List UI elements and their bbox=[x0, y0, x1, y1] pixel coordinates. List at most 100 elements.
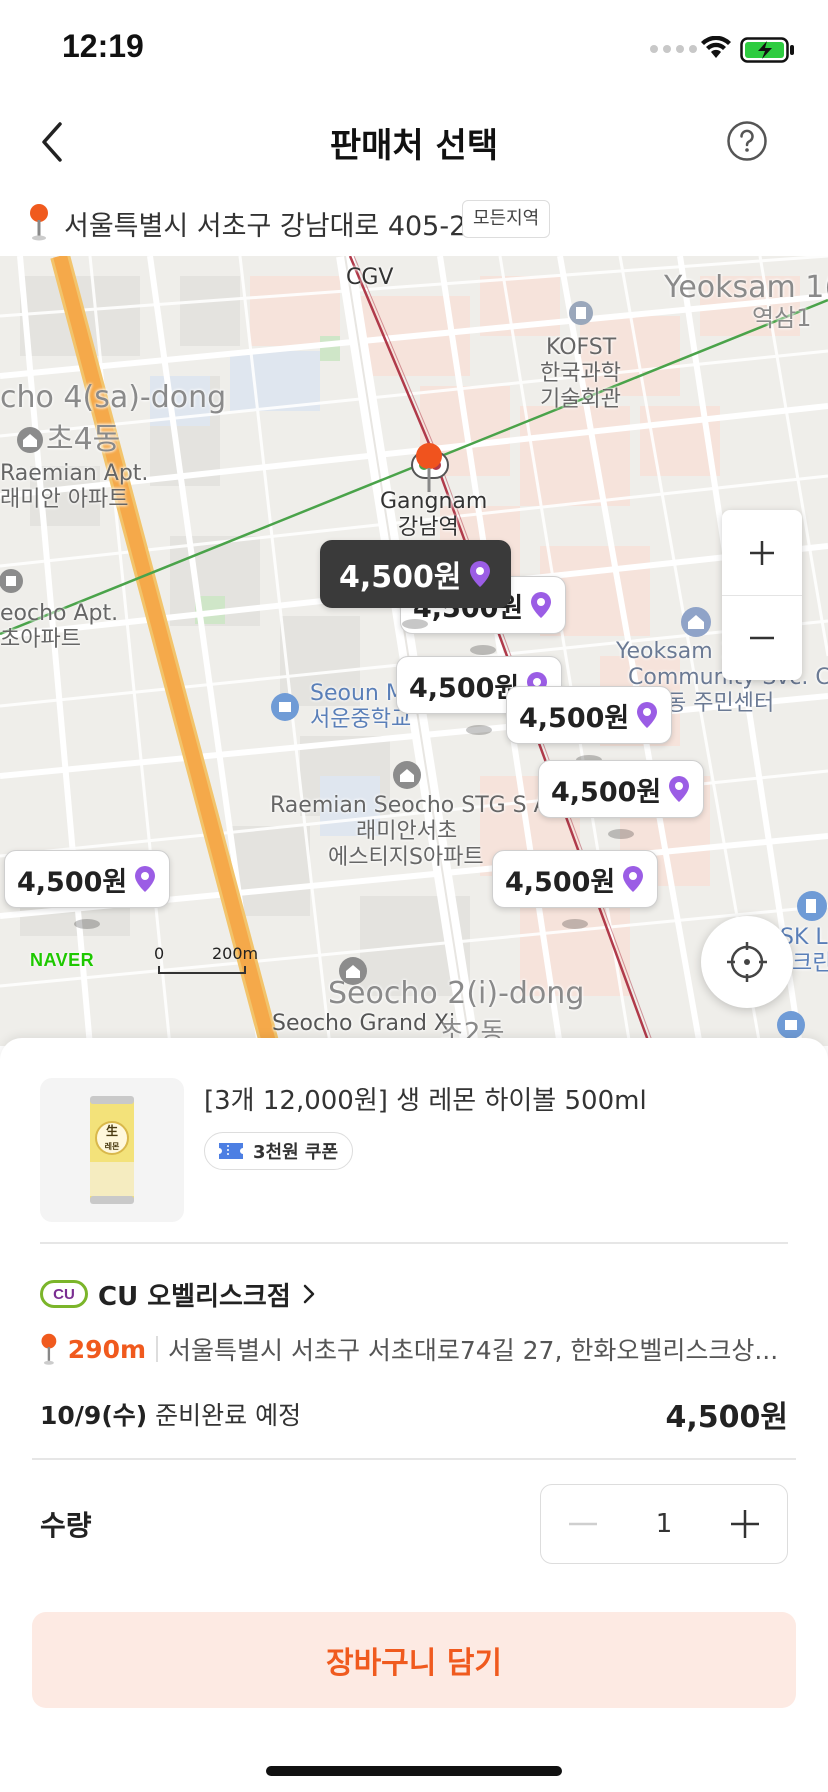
map-label-yeoksam: Yeoksam 1( bbox=[664, 270, 828, 305]
community-center-icon bbox=[681, 607, 711, 637]
store-address: 서울특별시 서초구 서초대로74길 27, 한화오벨리스크상... bbox=[168, 1336, 779, 1365]
apartment-icon bbox=[393, 761, 421, 789]
purple-pin-icon bbox=[135, 866, 156, 892]
price-pin-label: 4,500원 bbox=[519, 702, 630, 734]
purple-pin-icon bbox=[469, 561, 490, 587]
product-image: 生 레몬 bbox=[40, 1078, 184, 1222]
increase-quantity-button[interactable] bbox=[725, 1504, 765, 1544]
plus-icon bbox=[730, 1510, 759, 1538]
price-pin[interactable]: 4,500원 bbox=[538, 760, 705, 839]
scale-start: 0 bbox=[154, 944, 165, 963]
minus-icon bbox=[569, 1522, 597, 1526]
header: 판매처 선택 bbox=[0, 100, 828, 190]
naver-logo: NAVER bbox=[30, 950, 95, 970]
purple-pin-icon bbox=[637, 702, 658, 728]
map-label-seoun-kr: 서운중학교 bbox=[310, 707, 412, 732]
map-label-raemian-stg: Raemian Seocho STG S Apt bbox=[270, 793, 572, 818]
quantity-value: 1 bbox=[655, 1509, 673, 1539]
status-bar: 12:19 bbox=[0, 0, 828, 100]
decrease-quantity-button[interactable] bbox=[563, 1504, 603, 1544]
cellular-signal-icon bbox=[650, 45, 697, 53]
selected-price-pin[interactable]: 4,500원 bbox=[320, 540, 511, 629]
minus-icon bbox=[750, 636, 774, 640]
quantity-stepper: 1 bbox=[540, 1484, 788, 1564]
store-map[interactable]: CGV Yeoksam 1( 역삼1 KOFST 한국과학 기술회관 cho 4… bbox=[0, 256, 828, 1046]
all-regions-button[interactable]: 모든지역 bbox=[462, 200, 551, 238]
coupon-label: 3천원 쿠폰 bbox=[253, 1142, 339, 1163]
coupon-badge[interactable]: 3천원 쿠폰 bbox=[204, 1132, 354, 1170]
building-icon bbox=[569, 301, 593, 325]
price-pin[interactable]: 4,500원 bbox=[492, 850, 659, 929]
map-label-raemian: Raemian Apt. bbox=[0, 461, 149, 486]
battery-charging-icon bbox=[740, 37, 794, 63]
svg-text:生: 生 bbox=[106, 1123, 118, 1138]
store-price: 4,500원 bbox=[665, 1400, 789, 1435]
selected-price-label: 4,500원 bbox=[339, 560, 462, 595]
apartment-icon bbox=[0, 569, 23, 593]
map-label-raemian-stg-kr1: 래미안서초 bbox=[356, 819, 458, 844]
separator bbox=[156, 1336, 158, 1362]
price-pin[interactable]: 4,500원 bbox=[506, 686, 673, 765]
purple-pin-icon bbox=[669, 776, 690, 802]
scale-bar bbox=[158, 966, 246, 974]
my-location-button[interactable] bbox=[701, 916, 793, 1008]
district-office-icon bbox=[17, 427, 43, 453]
status-time: 12:19 bbox=[62, 28, 144, 64]
price-pin[interactable]: 4,500원 bbox=[4, 850, 171, 929]
district-office-icon bbox=[339, 957, 367, 985]
map-label-seocho-apt: eocho Apt. bbox=[0, 601, 119, 626]
wifi-icon bbox=[701, 36, 731, 58]
price-pin-label: 4,500원 bbox=[505, 866, 616, 898]
price-pin-label: 4,500원 bbox=[409, 672, 520, 704]
current-location-row[interactable]: 서울특별시 서초구 강남대로 405-2 모든지역 bbox=[0, 196, 828, 256]
map-label-gangnam: Gangnam bbox=[380, 489, 488, 514]
store-distance-row: 290m 서울특별시 서초구 서초대로74길 27, 한화오벨리스크상... bbox=[40, 1328, 800, 1370]
map-label-gangnam-kr: 강남역 bbox=[398, 515, 459, 540]
coupon-icon bbox=[219, 1143, 243, 1159]
store-distance: 290m bbox=[67, 1334, 147, 1364]
purple-pin-icon bbox=[623, 866, 644, 892]
ready-date: 10/9(수) bbox=[40, 1401, 148, 1430]
add-to-cart-button[interactable]: 장바구니 담기 bbox=[32, 1612, 796, 1708]
price-pin-label: 4,500원 bbox=[17, 866, 128, 898]
map-label-seoun: Seoun M bbox=[310, 681, 405, 706]
chevron-right-icon bbox=[303, 1284, 315, 1304]
zoom-out-button[interactable] bbox=[722, 595, 802, 680]
svg-text:레몬: 레몬 bbox=[105, 1141, 120, 1151]
cu-logo: CU bbox=[40, 1280, 88, 1308]
current-address: 서울특별시 서초구 강남대로 405-2 bbox=[64, 211, 467, 242]
school-icon bbox=[271, 693, 299, 721]
divider bbox=[32, 1458, 796, 1460]
beer-can-image: 生 레몬 bbox=[90, 1096, 134, 1204]
ready-text: 준비완료 예정 bbox=[155, 1401, 302, 1430]
map-label-sk-lpg-kr: 크린 bbox=[792, 951, 828, 976]
map-label-raemian-kr: 래미안 아파트 bbox=[0, 487, 129, 512]
product-name: [3개 12,000원] 생 레몬 하이볼 500ml bbox=[204, 1086, 647, 1116]
scale-end: 200m bbox=[212, 944, 259, 963]
map-label-cgv: CGV bbox=[346, 265, 394, 290]
plus-icon bbox=[750, 540, 774, 565]
map-label-kofst: KOFST bbox=[546, 335, 617, 360]
page-title: 판매처 선택 bbox=[329, 126, 499, 166]
map-label-seocho-grand: Seocho Grand Xi bbox=[272, 1011, 456, 1036]
crosshair-icon bbox=[727, 942, 767, 982]
store-name: CU 오벨리스크점 bbox=[98, 1281, 291, 1312]
home-indicator bbox=[266, 1766, 562, 1776]
map-label-seocho4: cho 4(sa)-dong bbox=[0, 380, 227, 415]
purple-pin-icon bbox=[531, 592, 552, 618]
map-label-yeoksam-center: Yeoksam 1 bbox=[616, 639, 734, 664]
location-pin-icon bbox=[41, 1333, 57, 1365]
store-name-link[interactable]: CU CU 오벨리스크점 bbox=[40, 1272, 317, 1316]
price-pin-label: 4,500원 bbox=[551, 776, 662, 808]
map-label-seocho-apt-kr: 초아파트 bbox=[0, 627, 81, 652]
map-label-kofst-kr2: 기술회관 bbox=[540, 387, 621, 412]
zoom-in-button[interactable] bbox=[722, 510, 802, 595]
map-label-yeoksam-kr: 역삼1 bbox=[752, 304, 812, 332]
help-icon[interactable] bbox=[726, 120, 768, 162]
pickup-ready-row: 10/9(수) 준비완료 예정 4,500원 bbox=[40, 1392, 788, 1436]
divider bbox=[40, 1242, 788, 1244]
zoom-control bbox=[722, 510, 802, 680]
map-label-kofst-kr1: 한국과학 bbox=[540, 361, 621, 386]
gas-station-icon bbox=[797, 891, 827, 921]
ready-info: 10/9(수) 준비완료 예정 bbox=[40, 1396, 301, 1432]
